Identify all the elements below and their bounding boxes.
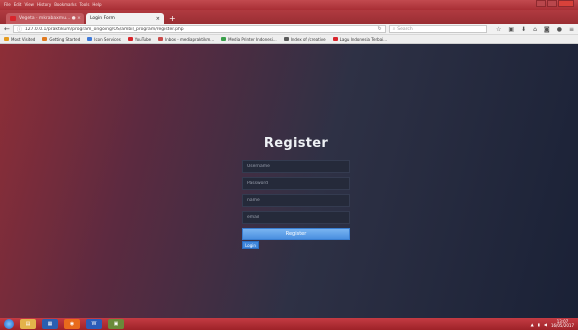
bookmark-icon — [42, 37, 48, 41]
menu-bookmarks[interactable]: Bookmarks — [54, 0, 76, 10]
bookmark-label: Index of /creative — [290, 36, 326, 42]
url-bar[interactable]: ⓘ 127.0.0.1/praktikum/program_ongoing/OS… — [12, 25, 386, 33]
taskbar-app-icon[interactable]: ▦ — [42, 319, 58, 329]
info-icon[interactable]: ⓘ — [17, 26, 22, 33]
bookmark-star-icon[interactable]: ☆ — [496, 26, 501, 33]
bookmarks-bar: Most Visited Getting Started Icon Servic… — [0, 35, 578, 44]
bookmark-item[interactable]: Inbox - mediapraktikm... — [158, 37, 214, 42]
menu-view[interactable]: View — [24, 0, 34, 10]
menu-tools[interactable]: Tools — [80, 0, 90, 10]
maximize-button[interactable] — [547, 0, 557, 7]
tray-arrow-icon[interactable]: ▲ — [531, 322, 534, 327]
menu-edit[interactable]: Edit — [14, 0, 22, 10]
clock-date: 16/05/2017 — [550, 323, 574, 328]
reading-list-icon[interactable]: ▣ — [508, 26, 514, 33]
tab-label: Vegeta · mkrabaxmu... ● × — [19, 16, 81, 21]
bookmark-item[interactable]: Media Printer Indonesi... — [221, 37, 277, 42]
system-tray: ▲ ▮ ◀ 13:07 16/05/2017 — [531, 320, 578, 328]
bookmark-item[interactable]: Index of /creative — [283, 36, 326, 42]
youtube-favicon-icon — [10, 16, 16, 21]
menu-bar: File Edit View History Bookmarks Tools H… — [0, 0, 102, 10]
bookmark-label: Most Visited — [11, 36, 36, 42]
volume-icon[interactable]: ◀ — [544, 322, 547, 327]
search-icon: ⌕ — [392, 27, 396, 32]
window-titlebar: File Edit View History Bookmarks Tools H… — [0, 0, 578, 10]
taskbar: ▤ ▦ ◉ W ▣ ▲ ▮ ◀ 13:07 16/05/2017 — [0, 318, 578, 330]
tab-label: Login Form — [90, 16, 115, 21]
password-input[interactable] — [242, 177, 350, 190]
bookmark-label: Media Printer Indonesi... — [228, 36, 277, 42]
bookmark-label: YouTube — [134, 36, 152, 42]
close-window-button[interactable] — [558, 0, 574, 7]
addon-icon[interactable]: ● — [557, 26, 562, 33]
tab-vegeta[interactable]: Vegeta · mkrabaxmu... ● × — [6, 13, 84, 24]
menu-help[interactable]: Help — [92, 0, 101, 10]
new-tab-icon[interactable]: + — [166, 13, 176, 24]
close-tab-icon[interactable]: × — [156, 16, 160, 22]
menu-history[interactable]: History — [37, 0, 51, 10]
clock[interactable]: 13:07 16/05/2017 — [551, 320, 574, 328]
menu-file[interactable]: File — [4, 0, 11, 10]
url-text: 127.0.0.1/praktikum/program_ongoing/OS/a… — [24, 26, 184, 32]
toolbar-icons: ☆ ▣ ⬇ ⌂ ◙ ● ≡ — [496, 26, 574, 33]
navigation-bar: ← ⓘ 127.0.0.1/praktikum/program_ongoing/… — [0, 24, 578, 35]
word-icon[interactable]: W — [86, 319, 102, 329]
mail-icon — [158, 37, 164, 41]
youtube-icon — [127, 37, 133, 41]
register-button[interactable]: Register — [242, 228, 350, 240]
tab-login-form[interactable]: Login Form × — [86, 13, 164, 24]
page-content: Register Register Login — [0, 44, 578, 318]
bookmark-icon — [221, 37, 227, 41]
bookmark-item[interactable]: Icon Services — [87, 37, 121, 42]
search-bar[interactable]: ⌕ Search — [388, 25, 487, 33]
back-icon[interactable]: ← — [4, 24, 10, 35]
bookmark-item[interactable]: YouTube — [127, 36, 152, 42]
minimize-button[interactable] — [536, 0, 546, 7]
taskbar-app-icon[interactable]: ▣ — [108, 319, 124, 329]
bookmark-label: Lagu Indonesia Terbai... — [339, 36, 388, 42]
bookmark-icon — [87, 37, 93, 41]
name-input[interactable] — [242, 194, 350, 207]
bookmark-item[interactable]: Lagu Indonesia Terbai... — [332, 36, 388, 42]
bookmark-label: Inbox - mediapraktikm... — [165, 36, 215, 42]
tab-strip: Vegeta · mkrabaxmu... ● × Login Form × + — [0, 10, 578, 24]
bookmark-item[interactable]: Most Visited — [4, 37, 35, 42]
bookmark-label: Icon Services — [94, 36, 121, 42]
register-form: Register Register Login — [242, 136, 350, 249]
page-title: Register — [263, 136, 329, 151]
firefox-icon[interactable]: ◉ — [64, 319, 80, 329]
home-icon[interactable]: ⌂ — [533, 26, 537, 33]
explorer-icon[interactable]: ▤ — [20, 319, 36, 329]
start-button[interactable] — [4, 319, 14, 329]
hamburger-menu-icon[interactable]: ≡ — [569, 26, 574, 33]
username-input[interactable] — [242, 160, 350, 173]
email-input[interactable] — [242, 211, 350, 224]
reload-icon[interactable]: ↻ — [378, 26, 382, 32]
pocket-icon[interactable]: ◙ — [544, 26, 550, 33]
download-icon[interactable]: ⬇ — [521, 26, 526, 33]
window-controls — [536, 0, 578, 10]
bookmark-icon — [283, 37, 289, 41]
search-placeholder: Search — [397, 26, 413, 32]
network-icon[interactable]: ▮ — [538, 322, 540, 327]
bookmark-icon — [4, 37, 9, 41]
login-button[interactable]: Login — [242, 241, 259, 249]
bookmark-label: Getting Started — [49, 36, 81, 42]
youtube-icon — [332, 37, 338, 41]
bookmark-item[interactable]: Getting Started — [42, 37, 80, 42]
